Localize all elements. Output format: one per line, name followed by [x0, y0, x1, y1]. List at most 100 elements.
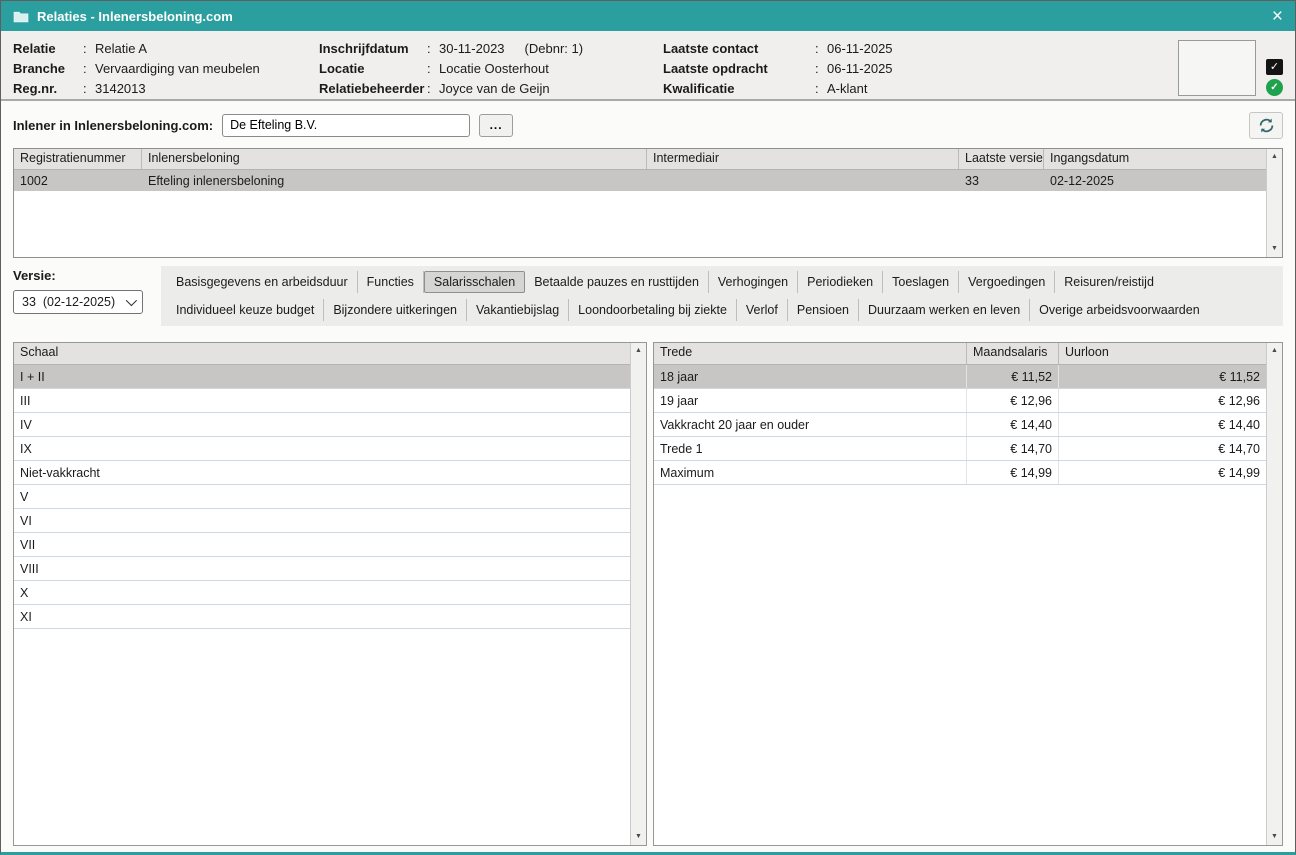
tab-verhogingen[interactable]: Verhogingen: [709, 271, 798, 293]
schaal-row[interactable]: IX: [14, 437, 630, 461]
tab-functies[interactable]: Functies: [358, 271, 424, 293]
col-trede[interactable]: Trede: [654, 343, 967, 364]
trede-scrollbar[interactable]: ▲ ▼: [1266, 343, 1282, 845]
relatie-value: Relatie A: [95, 39, 147, 59]
registration-cell: Efteling inlenersbeloning: [142, 174, 647, 188]
relatiebeheerder-field: Relatiebeheerder : Joyce van de Geijn: [319, 79, 663, 99]
schaal-row[interactable]: VII: [14, 533, 630, 557]
trede-row[interactable]: Maximum€ 14,99€ 14,99: [654, 461, 1266, 485]
scroll-down-icon[interactable]: ▼: [1271, 833, 1278, 841]
trede-cell: Vakkracht 20 jaar en ouder: [654, 413, 967, 436]
trede-cell: Trede 1: [654, 437, 967, 460]
schaal-row[interactable]: I + II: [14, 365, 630, 389]
status-ok-icon: ✓: [1266, 79, 1283, 96]
col-ingangsdatum[interactable]: Ingangsdatum: [1044, 149, 1266, 169]
schaal-cell: VI: [14, 514, 630, 528]
tab-loondoorbetaling-bij-ziekte[interactable]: Loondoorbetaling bij ziekte: [569, 299, 737, 321]
branche-label: Branche: [13, 59, 83, 79]
tab-toeslagen[interactable]: Toeslagen: [883, 271, 959, 293]
schaal-cell: V: [14, 490, 630, 504]
locatie-value: Locatie Oosterhout: [439, 59, 549, 79]
tab-reisuren-reistijd[interactable]: Reisuren/reistijd: [1055, 271, 1163, 293]
col-laatste-versie[interactable]: Laatste versie: [959, 149, 1044, 169]
tab-row-2: Individueel keuze budgetBijzondere uitke…: [167, 296, 1277, 324]
active-checkbox[interactable]: ✓: [1266, 59, 1283, 75]
tab-overige-arbeidsvoorwaarden[interactable]: Overige arbeidsvoorwaarden: [1030, 299, 1209, 321]
chevron-down-icon: [126, 295, 137, 306]
schaal-row[interactable]: V: [14, 485, 630, 509]
col-intermediair[interactable]: Intermediair: [647, 149, 959, 169]
tab-duurzaam-werken-en-leven[interactable]: Duurzaam werken en leven: [859, 299, 1030, 321]
registrations-scrollbar[interactable]: ▲ ▼: [1266, 149, 1282, 257]
trede-row[interactable]: Trede 1€ 14,70€ 14,70: [654, 437, 1266, 461]
schaal-panel: Schaal I + II IIIIV IX Niet-vakkracht V VI VII…: [13, 342, 647, 846]
tab-pensioen[interactable]: Pensioen: [788, 299, 859, 321]
title-bar: Relaties - Inlenersbeloning.com ×: [1, 1, 1295, 31]
versie-selected-value: 33 (02-12-2025): [22, 295, 115, 309]
tab-verlof[interactable]: Verlof: [737, 299, 788, 321]
trede-cell: 19 jaar: [654, 389, 967, 412]
tab-salarisschalen[interactable]: Salarisschalen: [424, 271, 525, 293]
registration-row[interactable]: 1002Efteling inlenersbeloning3302-12-202…: [14, 170, 1266, 191]
trede-row[interactable]: 19 jaar€ 12,96€ 12,96: [654, 389, 1266, 413]
inlener-row: Inlener in Inlenersbeloning.com: ...: [13, 111, 1283, 139]
col-inlenersbeloning[interactable]: Inlenersbeloning: [142, 149, 647, 169]
laatste-contact-value: 06-11-2025: [827, 39, 893, 59]
colon: :: [815, 79, 827, 99]
tab-bijzondere-uitkeringen[interactable]: Bijzondere uitkeringen: [324, 299, 467, 321]
refresh-button[interactable]: [1249, 112, 1283, 139]
schaal-row[interactable]: III: [14, 389, 630, 413]
branche-value: Vervaardiging van meubelen: [95, 59, 260, 79]
trede-table-inner: Trede Maandsalaris Uurloon 18 jaar€ 11,5…: [654, 343, 1266, 845]
close-icon[interactable]: ×: [1272, 7, 1283, 26]
schaal-cell: IX: [14, 442, 630, 456]
registrations-table: Registratienummer Inlenersbeloning Inter…: [13, 148, 1283, 258]
refresh-icon: [1258, 117, 1275, 134]
schaal-row[interactable]: Niet-vakkracht: [14, 461, 630, 485]
ok-check-glyph: ✓: [1270, 82, 1278, 93]
tab-vakantiebijslag[interactable]: Vakantiebijslag: [467, 299, 569, 321]
schaal-cell: Niet-vakkracht: [14, 466, 630, 480]
scroll-up-icon[interactable]: ▲: [635, 347, 642, 355]
col-registratienummer[interactable]: Registratienummer: [14, 149, 142, 169]
tab-basisgegevens-en-arbeidsduur[interactable]: Basisgegevens en arbeidsduur: [167, 271, 358, 293]
tab-vergoedingen[interactable]: Vergoedingen: [959, 271, 1055, 293]
uurloon-cell: € 11,52: [1059, 365, 1266, 388]
inschrijfdatum-label: Inschrijfdatum: [319, 39, 427, 59]
scroll-down-icon[interactable]: ▼: [635, 833, 642, 841]
browse-button[interactable]: ...: [479, 114, 513, 137]
scroll-down-icon[interactable]: ▼: [1271, 245, 1278, 253]
branche-field: Branche : Vervaardiging van meubelen: [13, 59, 319, 79]
maandsalaris-cell: € 14,40: [967, 413, 1059, 436]
scroll-up-icon[interactable]: ▲: [1271, 153, 1278, 161]
col-schaal[interactable]: Schaal: [14, 343, 630, 364]
schaal-row[interactable]: IV: [14, 413, 630, 437]
schaal-scrollbar[interactable]: ▲ ▼: [630, 343, 646, 845]
kwalificatie-value: A-klant: [827, 79, 867, 99]
scroll-up-icon[interactable]: ▲: [1271, 347, 1278, 355]
schaal-row[interactable]: VI: [14, 509, 630, 533]
schaal-row[interactable]: VIII: [14, 557, 630, 581]
uurloon-cell: € 12,96: [1059, 389, 1266, 412]
relatie-label: Relatie: [13, 39, 83, 59]
col-uurloon[interactable]: Uurloon: [1059, 343, 1266, 364]
schaal-cell: I + II: [14, 370, 630, 384]
tab-periodieken[interactable]: Periodieken: [798, 271, 883, 293]
col-maandsalaris[interactable]: Maandsalaris: [967, 343, 1059, 364]
trede-row[interactable]: 18 jaar€ 11,52€ 11,52: [654, 365, 1266, 389]
main-content: Inlener in Inlenersbeloning.com: ... Reg…: [1, 101, 1295, 852]
schaal-row[interactable]: X: [14, 581, 630, 605]
relation-info-col-2: Inschrijfdatum : 30-11-2023 (Debnr: 1) L…: [319, 39, 663, 91]
tab-betaalde-pauzes-en-rusttijden[interactable]: Betaalde pauzes en rusttijden: [525, 271, 709, 293]
inschrijfdatum-value: 30-11-2023: [439, 39, 505, 59]
relation-info-col-3: Laatste contact : 06-11-2025 Laatste opd…: [663, 39, 963, 91]
versie-select[interactable]: 33 (02-12-2025): [13, 290, 143, 314]
registrations-header: Registratienummer Inlenersbeloning Inter…: [14, 149, 1266, 170]
schaal-row[interactable]: XI: [14, 605, 630, 629]
tab-individueel-keuze-budget[interactable]: Individueel keuze budget: [167, 299, 324, 321]
uurloon-cell: € 14,99: [1059, 461, 1266, 484]
trede-row[interactable]: Vakkracht 20 jaar en ouder€ 14,40€ 14,40: [654, 413, 1266, 437]
colon: :: [83, 39, 95, 59]
laatste-contact-label: Laatste contact: [663, 39, 815, 59]
inlener-input[interactable]: [222, 114, 470, 137]
